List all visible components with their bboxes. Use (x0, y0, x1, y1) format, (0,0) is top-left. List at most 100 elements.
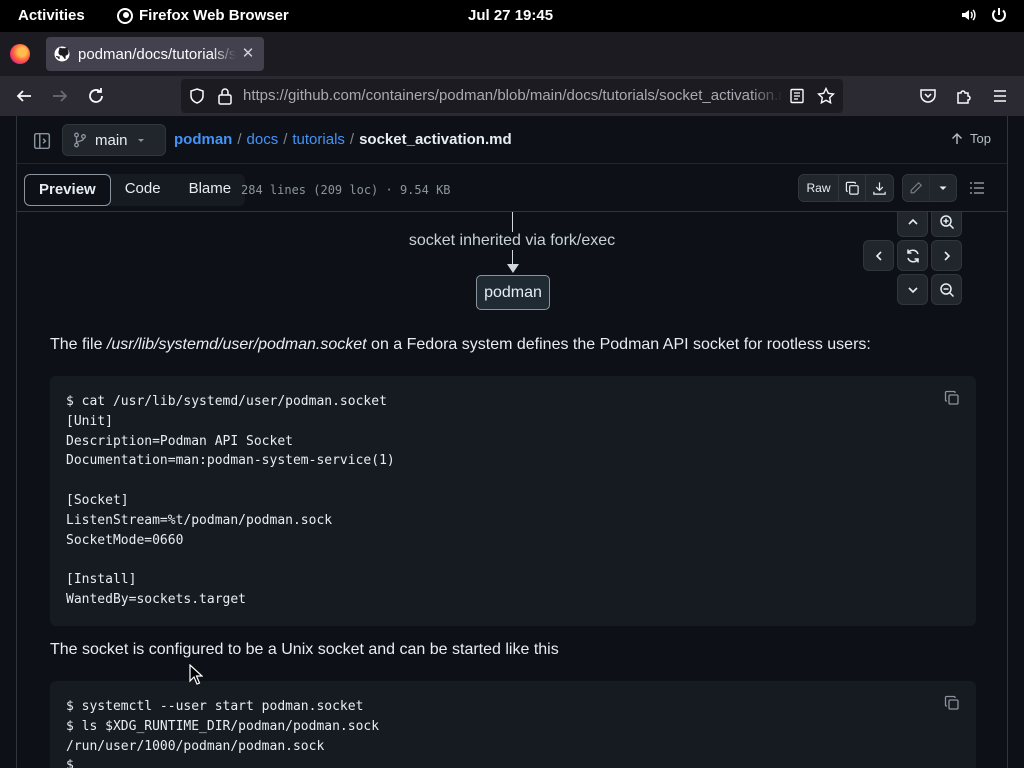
volume-icon (962, 9, 976, 21)
edit-actions-group (902, 174, 957, 202)
outline-icon[interactable] (969, 180, 985, 196)
edit-dropdown-button[interactable] (930, 175, 956, 201)
file-header-top-row: main podman / docs / tutorials / socket_… (17, 116, 1007, 164)
url-host: https://github.com (243, 87, 362, 104)
pan-down-button[interactable] (897, 274, 928, 305)
file-info: 284 lines (209 loc) · 9.54 KB (241, 183, 451, 197)
breadcrumb-separator: / (237, 131, 242, 148)
bookmark-star-icon[interactable] (817, 87, 835, 105)
github-favicon (54, 46, 70, 62)
code-block-systemctl: $ systemctl --user start podman.socket $… (50, 681, 976, 768)
url-text[interactable]: https://github.com/containers/podman/blo… (243, 87, 783, 104)
chevron-up-icon (907, 218, 918, 225)
pocket-button[interactable] (916, 84, 940, 108)
system-top-bar: Activities Firefox Web Browser Jul 27 19… (0, 0, 1024, 32)
chevron-left-icon (875, 250, 882, 261)
breadcrumb-docs-link[interactable]: docs (247, 131, 279, 148)
menu-icon (994, 90, 1006, 102)
firefox-icon[interactable] (10, 44, 30, 64)
branch-select-button[interactable]: main (62, 124, 166, 156)
mouse-pointer-icon (189, 664, 203, 685)
socket-file-path: /usr/lib/systemd/user/podman.socket (106, 336, 367, 353)
app-menu-button[interactable] (988, 84, 1012, 108)
zoom-in-icon (939, 214, 954, 229)
diagram-edge-label: socket inherited via fork/exec (337, 232, 687, 250)
system-status-area[interactable] (960, 6, 1008, 24)
tab-preview[interactable]: Preview (24, 174, 111, 206)
code-text: $ systemctl --user start podman.socket $… (66, 699, 380, 768)
tab-close-icon[interactable]: ✕ (240, 46, 256, 62)
zoom-out-button[interactable] (931, 274, 962, 305)
extensions-button[interactable] (952, 84, 976, 108)
tab-blame[interactable]: Blame (175, 174, 246, 206)
back-button[interactable] (12, 84, 36, 108)
forward-icon (53, 90, 68, 102)
breadcrumb-current-file: socket_activation.md (359, 131, 512, 148)
branch-icon (74, 132, 86, 148)
url-bar[interactable]: https://github.com/containers/podman/blo… (181, 79, 843, 113)
paragraph-text: The file (50, 336, 107, 353)
download-button[interactable] (866, 175, 893, 201)
file-header: main podman / docs / tutorials / socket_… (16, 116, 1008, 212)
scroll-top-button[interactable]: Top (950, 131, 991, 146)
reload-button[interactable] (84, 84, 108, 108)
firefox-app-icon (117, 7, 133, 24)
raw-button[interactable]: Raw (799, 175, 839, 201)
clock[interactable]: Jul 27 19:45 (468, 7, 553, 24)
copy-icon (845, 181, 859, 195)
navigation-toolbar: https://github.com/containers/podman/blo… (0, 76, 1024, 116)
tab-title: podman/docs/tutorials/socket_activation.… (78, 45, 236, 63)
reload-icon (89, 88, 103, 103)
chevron-down-icon (907, 286, 918, 293)
forward-button[interactable] (48, 84, 72, 108)
arrow-up-icon (952, 132, 963, 144)
breadcrumb-repo-link[interactable]: podman (174, 131, 232, 148)
copy-raw-button[interactable] (839, 175, 866, 201)
url-path: /containers/podman/blob/main/docs/tutori… (361, 87, 783, 104)
pocket-icon (920, 89, 936, 103)
top-label: Top (970, 131, 991, 146)
mermaid-diagram: socket inherited via fork/exec podman (17, 212, 1007, 312)
triangle-down-icon (939, 186, 947, 190)
pan-left-button[interactable] (863, 240, 894, 271)
branch-name: main (95, 131, 128, 149)
breadcrumb-separator: / (349, 131, 355, 148)
code-text: $ cat /usr/lib/systemd/user/podman.socke… (66, 394, 395, 607)
back-icon (16, 90, 31, 102)
chevron-right-icon (943, 250, 950, 261)
diagram-arrowhead (507, 264, 519, 273)
download-icon (873, 181, 886, 195)
file-actions-group: Raw (798, 174, 894, 202)
chevron-down-icon (137, 139, 144, 142)
extensions-icon (957, 90, 971, 104)
breadcrumb-tutorials-link[interactable]: tutorials (292, 131, 345, 148)
paragraph-text: on a Fedora system defines the Podman AP… (366, 336, 871, 353)
edit-file-button[interactable] (903, 175, 931, 201)
paragraph-socket-file: The file /usr/lib/systemd/user/podman.so… (50, 336, 871, 354)
pan-up-button[interactable] (897, 212, 928, 237)
browser-tab-active[interactable]: podman/docs/tutorials/socket_activation.… (46, 37, 264, 71)
breadcrumb: podman / docs / tutorials / socket_activ… (174, 131, 512, 148)
zoom-out-icon (939, 282, 954, 297)
copy-icon[interactable] (944, 390, 960, 406)
reader-view-icon[interactable] (789, 88, 805, 104)
app-menu[interactable]: Firefox Web Browser (117, 7, 289, 24)
reset-icon (906, 248, 919, 263)
file-header-toolbar: Preview Code Blame 284 lines (209 loc) ·… (17, 164, 1007, 212)
pan-right-button[interactable] (931, 240, 962, 271)
shield-icon[interactable] (189, 88, 205, 104)
diagram-node-podman: podman (476, 275, 550, 310)
activities-button[interactable]: Activities (18, 7, 85, 24)
reset-view-button[interactable] (897, 240, 928, 271)
tab-code[interactable]: Code (111, 174, 175, 206)
code-block-socket-unit: $ cat /usr/lib/systemd/user/podman.socke… (50, 376, 976, 626)
breadcrumb-separator: / (283, 131, 288, 148)
zoom-in-button[interactable] (931, 212, 962, 237)
pencil-icon (910, 181, 923, 194)
copy-icon[interactable] (944, 695, 960, 711)
sidebar-toggle-icon[interactable] (33, 132, 51, 150)
tab-strip: podman/docs/tutorials/socket_activation.… (0, 32, 1024, 96)
lock-icon[interactable] (217, 87, 233, 105)
app-name: Firefox Web Browser (139, 7, 289, 24)
markdown-body: socket inherited via fork/exec podman Th… (16, 212, 1008, 768)
